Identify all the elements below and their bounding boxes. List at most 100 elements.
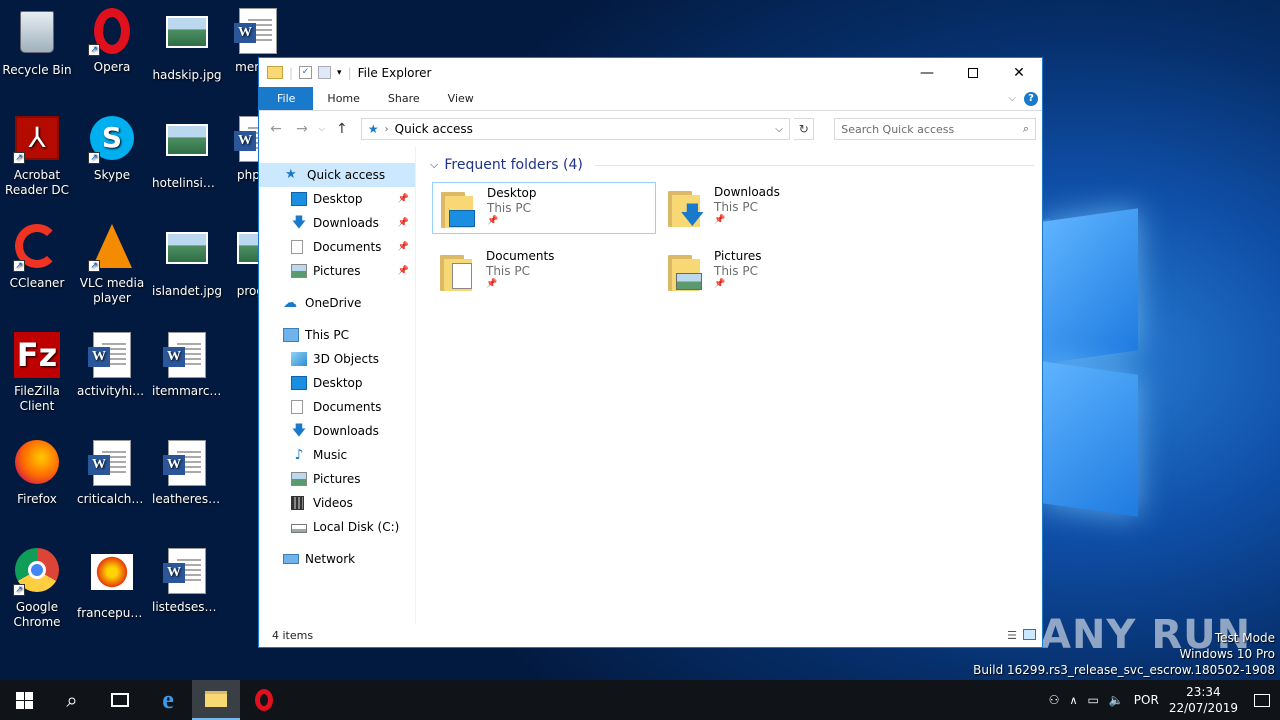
taskbar-file-explorer[interactable] bbox=[192, 680, 240, 720]
back-button[interactable]: ← bbox=[265, 121, 287, 137]
notifications-icon[interactable] bbox=[1254, 693, 1270, 707]
nav-pc-downloads[interactable]: 🡇 Downloads bbox=[259, 419, 415, 443]
nav-qa-desktop[interactable]: Desktop 📌 bbox=[259, 187, 415, 211]
desktop-icon-acrobat[interactable]: ⅄ ↗ Acrobat Reader DC bbox=[1, 116, 73, 198]
title-bar[interactable]: | ✓ ▾ | File Explorer — ✕ bbox=[259, 58, 1042, 87]
icon-label: hadskip.jpg bbox=[152, 68, 222, 82]
icon-label: leatheresta.... bbox=[152, 492, 223, 506]
nav-pc-desktop[interactable]: Desktop bbox=[259, 371, 415, 395]
nav-qa-documents[interactable]: Documents 📌 bbox=[259, 235, 415, 259]
desktop-icon-criticalchu[interactable]: W criticalchu.... bbox=[76, 440, 148, 507]
nav-videos[interactable]: Videos bbox=[259, 491, 415, 515]
image-file-icon bbox=[163, 16, 211, 64]
desktop-icon-hotelinside[interactable]: hotelinside.... bbox=[151, 116, 223, 191]
nav-label: Documents bbox=[313, 240, 382, 254]
clock[interactable]: 23:34 22/07/2019 bbox=[1169, 684, 1238, 716]
skype-icon: S ↗ bbox=[88, 116, 136, 164]
recent-locations-icon[interactable]: ⌵ bbox=[317, 124, 327, 134]
maximize-button[interactable] bbox=[950, 58, 996, 87]
desktop-icon-listedsessio[interactable]: W listedsessio.... bbox=[151, 548, 223, 615]
clock-time: 23:34 bbox=[1186, 685, 1221, 699]
desktop-icon-skype[interactable]: S ↗ Skype bbox=[76, 116, 148, 183]
search-button[interactable]: ⌕ bbox=[48, 680, 96, 720]
desktop-icon-vlc[interactable]: ↗ VLC media player bbox=[76, 224, 148, 306]
tab-share[interactable]: Share bbox=[374, 87, 434, 110]
word-document-icon: W bbox=[163, 332, 211, 380]
star-icon: ★ bbox=[285, 167, 297, 182]
nav-music[interactable]: ♪ Music bbox=[259, 443, 415, 467]
nav-quick-access[interactable]: ★ Quick access bbox=[259, 163, 415, 187]
refresh-button[interactable]: ↻ bbox=[794, 118, 815, 140]
nav-onedrive[interactable]: ☁ OneDrive bbox=[259, 291, 415, 315]
nav-qa-pictures[interactable]: Pictures 📌 bbox=[259, 259, 415, 283]
desktop-icon-activityhits[interactable]: W activityhits.... bbox=[76, 332, 148, 399]
show-hidden-icons-icon[interactable]: ∧ bbox=[1069, 694, 1077, 707]
windows-logo-pane bbox=[1042, 208, 1138, 364]
nav-this-pc[interactable]: This PC bbox=[259, 323, 415, 347]
nav-label: OneDrive bbox=[305, 296, 362, 310]
expand-ribbon-icon[interactable]: ⌵ bbox=[1008, 93, 1016, 104]
desktop-icon-chrome[interactable]: ↗ Google Chrome bbox=[1, 548, 73, 630]
word-document-icon: W bbox=[163, 548, 211, 596]
tab-view[interactable]: View bbox=[434, 87, 488, 110]
up-button[interactable]: ↑ bbox=[331, 121, 353, 137]
nav-qa-downloads[interactable]: 🡇 Downloads 📌 bbox=[259, 211, 415, 235]
recycle-bin-icon bbox=[13, 11, 61, 59]
taskbar-edge[interactable]: e bbox=[144, 680, 192, 720]
nav-label: Desktop bbox=[313, 192, 363, 206]
desktop-icon bbox=[291, 376, 307, 390]
network-icon[interactable]: ▭ bbox=[1088, 693, 1099, 707]
icon-label: islandet.jpg bbox=[152, 284, 222, 298]
desktop-icon-islandet[interactable]: islandet.jpg bbox=[151, 224, 223, 299]
frequent-folders-header[interactable]: ⌵ Frequent folders (4) bbox=[424, 157, 1034, 173]
nav-local-disk[interactable]: Local Disk (C:) bbox=[259, 515, 415, 539]
address-bar[interactable]: ★ › Quick access ⌵ bbox=[360, 118, 791, 140]
desktop-icon-leatheresta[interactable]: W leatheresta.... bbox=[151, 440, 223, 507]
nav-pc-documents[interactable]: Documents bbox=[259, 395, 415, 419]
address-dropdown-icon[interactable]: ⌵ bbox=[775, 124, 789, 135]
nav-label: Pictures bbox=[313, 472, 361, 486]
tile-name: Downloads bbox=[714, 185, 780, 199]
desktop-icon-hadskip[interactable]: hadskip.jpg bbox=[151, 8, 223, 83]
taskbar-opera[interactable] bbox=[240, 680, 288, 720]
desktop-icon-recycle-bin[interactable]: Recycle Bin bbox=[1, 8, 73, 78]
desktop-icon-opera[interactable]: ↗ Opera bbox=[76, 8, 148, 75]
desktop-icon-filezilla[interactable]: Fz FileZilla Client bbox=[1, 332, 73, 414]
new-folder-icon[interactable] bbox=[318, 66, 332, 79]
filezilla-icon: Fz bbox=[13, 332, 61, 380]
icon-label: Skype bbox=[93, 168, 131, 182]
desktop-icon-itemmarch[interactable]: W itemmarch.... bbox=[151, 332, 223, 399]
minimize-button[interactable]: — bbox=[904, 58, 950, 87]
folder-tile-downloads[interactable]: 🡇 Downloads This PC 📌 bbox=[660, 182, 884, 234]
desktop-icon-francepurp[interactable]: francepurp.... bbox=[76, 548, 148, 621]
tile-location: This PC bbox=[714, 264, 758, 278]
desktop-icon-firefox[interactable]: Firefox bbox=[1, 440, 73, 507]
nav-pc-pictures[interactable]: Pictures bbox=[259, 467, 415, 491]
customize-toolbar-icon[interactable]: ▾ bbox=[337, 68, 342, 78]
image-file-icon bbox=[163, 124, 211, 172]
nav-network[interactable]: Network bbox=[259, 547, 415, 571]
tab-home[interactable]: Home bbox=[313, 87, 373, 110]
desktop-icon-ccleaner[interactable]: ↗ CCleaner bbox=[1, 224, 73, 291]
tab-file[interactable]: File bbox=[259, 87, 314, 110]
search-input[interactable]: Search Quick access ⌕ bbox=[834, 118, 1036, 140]
forward-button[interactable]: → bbox=[291, 121, 313, 137]
start-button[interactable] bbox=[0, 680, 48, 720]
vlc-icon: ↗ bbox=[88, 224, 136, 272]
people-icon[interactable]: ⚇ bbox=[1049, 693, 1060, 707]
properties-icon[interactable]: ✓ bbox=[299, 66, 313, 79]
volume-icon[interactable]: 🔈 bbox=[1109, 693, 1124, 707]
folder-tile-desktop[interactable]: Desktop This PC 📌 bbox=[432, 182, 656, 234]
folder-tile-pictures[interactable]: Pictures This PC 📌 bbox=[660, 246, 884, 298]
nav-label: Local Disk (C:) bbox=[313, 520, 400, 534]
folder-tile-documents[interactable]: Documents This PC 📌 bbox=[432, 246, 656, 298]
language-indicator[interactable]: POR bbox=[1134, 693, 1159, 707]
breadcrumb[interactable]: Quick access bbox=[395, 122, 473, 136]
task-view-button[interactable] bbox=[96, 680, 144, 720]
test-mode-watermark: Test Mode Windows 10 Pro Build 16299.rs3… bbox=[973, 630, 1275, 678]
icon-label: hotelinside.... bbox=[152, 176, 223, 190]
nav-label: Documents bbox=[313, 400, 382, 414]
close-button[interactable]: ✕ bbox=[996, 58, 1042, 87]
nav-3d-objects[interactable]: 3D Objects bbox=[259, 347, 415, 371]
help-icon[interactable]: ? bbox=[1024, 91, 1038, 106]
